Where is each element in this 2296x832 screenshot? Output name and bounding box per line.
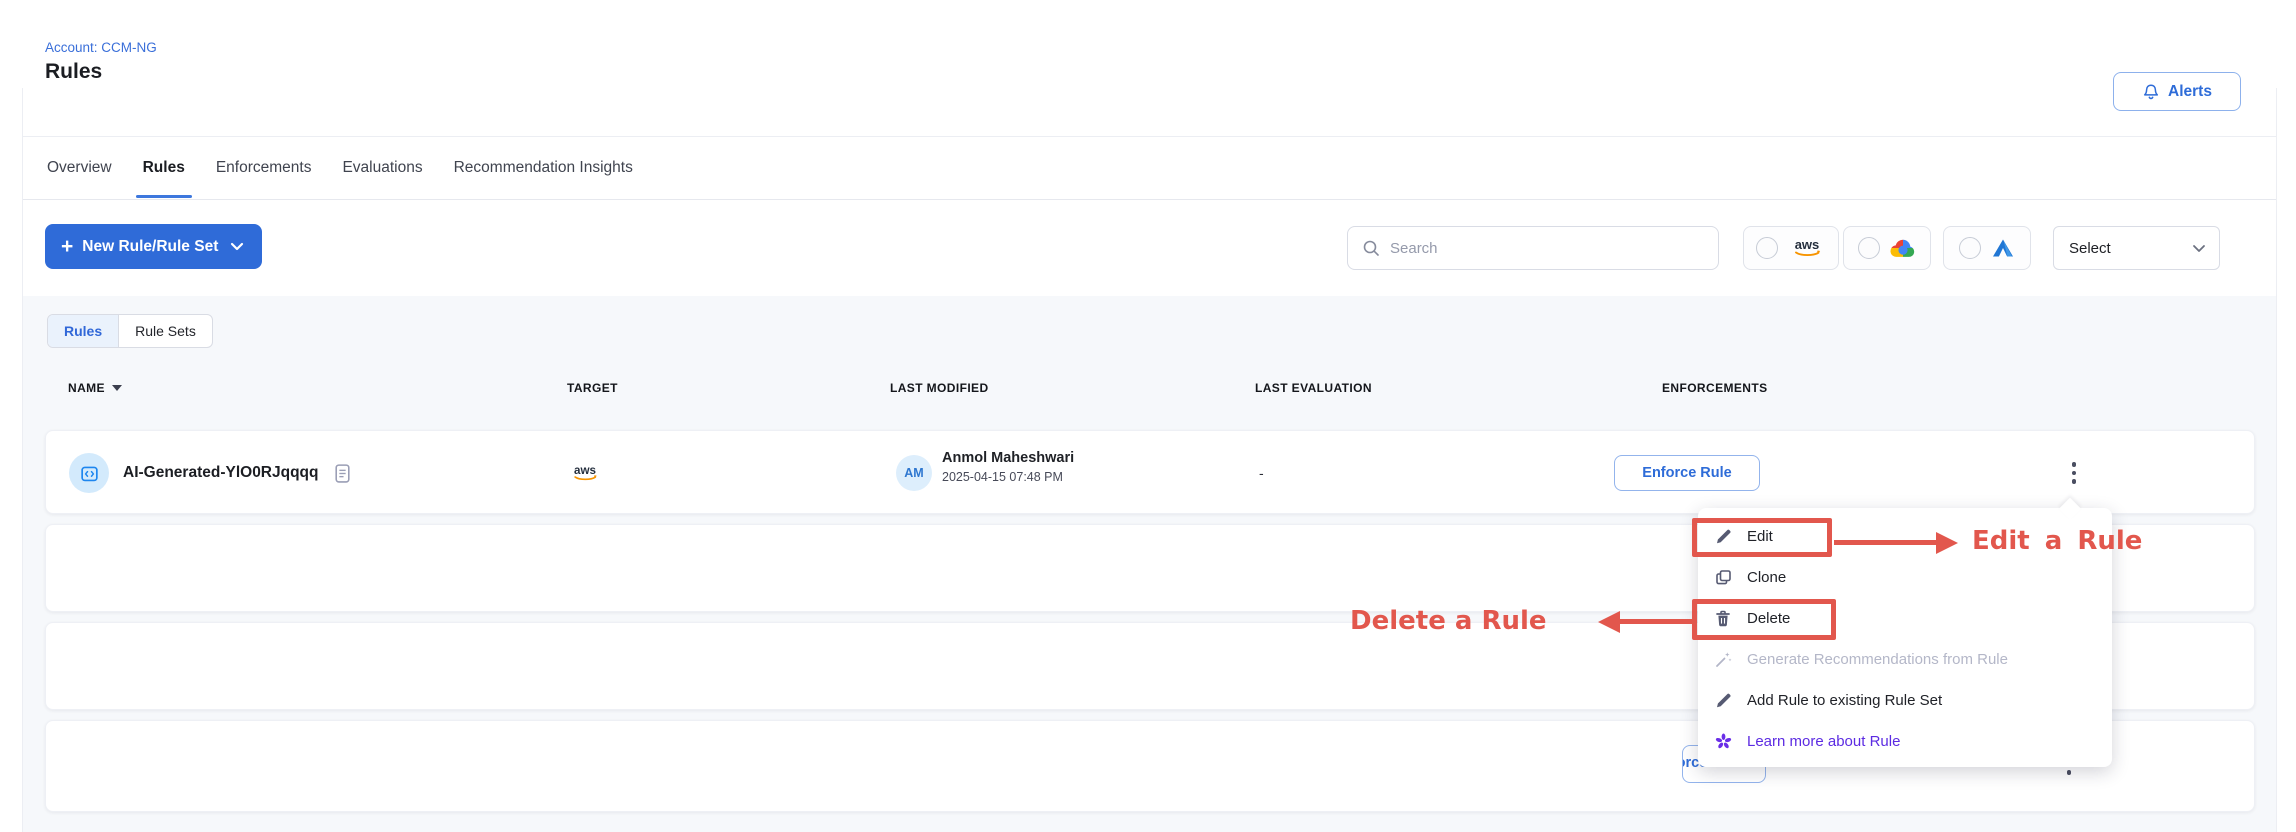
provider-toggle-gcp[interactable] xyxy=(1843,226,1931,270)
bell-icon xyxy=(2142,83,2160,101)
column-header-label: TARGET xyxy=(567,381,618,395)
chevron-down-icon xyxy=(2192,244,2206,253)
column-header-target: TARGET xyxy=(567,381,618,395)
menu-item-label: Learn more about Rule xyxy=(1747,733,1900,750)
aws-logo-icon: aws xyxy=(1788,236,1826,260)
kebab-dot xyxy=(2072,471,2077,476)
column-header-enforcements: ENFORCEMENTS xyxy=(1662,381,1767,395)
view-toggle: Rules Rule Sets xyxy=(47,314,213,348)
delete-arrow-line xyxy=(1618,619,1692,624)
delete-arrow-head-icon xyxy=(1598,611,1620,633)
column-header-label: ENFORCEMENTS xyxy=(1662,381,1767,395)
tabbar-divider xyxy=(23,199,2276,200)
kebab-dot xyxy=(2072,479,2077,484)
menu-item-add-to-rule-set[interactable]: Add Rule to existing Rule Set xyxy=(1698,680,2112,721)
alerts-button[interactable]: Alerts xyxy=(2113,72,2241,111)
table-row[interactable]: AI-Generated-YlO0RJqqqq aws AM Anmol Mah… xyxy=(45,430,2255,514)
filter-select[interactable]: Select xyxy=(2053,226,2220,270)
menu-item-label: Generate Recommendations from Rule xyxy=(1747,651,2008,668)
view-toggle-rules[interactable]: Rules xyxy=(48,315,119,347)
rule-avatar xyxy=(69,453,109,493)
column-header-last-evaluation: LAST EVALUATION xyxy=(1255,381,1372,395)
edit-arrow-line xyxy=(1834,540,1938,545)
azure-logo-icon xyxy=(1991,238,2015,258)
modifier-name: Anmol Maheshwari xyxy=(942,450,1074,466)
rule-name-cell: AI-Generated-YlO0RJqqqq xyxy=(123,431,351,515)
sort-desc-icon xyxy=(112,385,122,391)
last-modified-cell: Anmol Maheshwari 2025-04-15 07:48 PM xyxy=(942,450,1074,484)
panel-right-border xyxy=(2276,88,2277,832)
modified-timestamp: 2025-04-15 07:48 PM xyxy=(942,470,1074,484)
tabbar: Overview Rules Enforcements Evaluations … xyxy=(47,137,633,199)
rule-notes-icon[interactable] xyxy=(334,463,351,484)
magic-wand-icon xyxy=(1713,650,1733,669)
tab-label: Recommendation Insights xyxy=(454,159,633,177)
plus-icon: + xyxy=(61,236,73,257)
edit-arrow-head-icon xyxy=(1936,532,1958,554)
provider-toggle-azure[interactable] xyxy=(1943,226,2031,270)
tab-label: Enforcements xyxy=(216,159,312,177)
column-header-last-modified: LAST MODIFIED xyxy=(890,381,989,395)
alerts-button-label: Alerts xyxy=(2168,83,2212,101)
delete-highlight-box xyxy=(1692,599,1836,640)
menu-item-label: Clone xyxy=(1747,569,1786,586)
active-tab-underline xyxy=(136,195,192,198)
tab-label: Evaluations xyxy=(342,159,422,177)
modifier-avatar: AM xyxy=(896,455,932,491)
tab-recommendation-insights[interactable]: Recommendation Insights xyxy=(454,137,633,199)
tab-overview[interactable]: Overview xyxy=(47,137,112,199)
view-toggle-rule-sets[interactable]: Rule Sets xyxy=(119,315,212,347)
search-box xyxy=(1347,226,1719,270)
pinwheel-icon xyxy=(1713,732,1733,751)
page-title: Rules xyxy=(45,60,102,84)
tab-rules[interactable]: Rules xyxy=(143,137,185,199)
chevron-down-icon xyxy=(230,242,244,251)
menu-item-generate-recommendations: Generate Recommendations from Rule xyxy=(1698,639,2112,680)
menu-item-clone[interactable]: Clone xyxy=(1698,557,2112,598)
column-header-label: NAME xyxy=(68,381,105,395)
tab-evaluations[interactable]: Evaluations xyxy=(342,137,422,199)
last-evaluation-cell: - xyxy=(1259,431,1264,515)
aws-logo-icon: aws xyxy=(568,462,602,484)
svg-text:aws: aws xyxy=(1795,237,1820,252)
search-input[interactable] xyxy=(1390,240,1704,257)
rule-name[interactable]: AI-Generated-YlO0RJqqqq xyxy=(123,464,319,482)
gcp-logo-icon xyxy=(1890,238,1916,258)
delete-callout-label: Delete a Rule xyxy=(1350,606,1547,636)
menu-item-label: Add Rule to existing Rule Set xyxy=(1747,692,1942,709)
svg-text:aws: aws xyxy=(574,464,596,477)
menu-item-learn-more[interactable]: Learn more about Rule xyxy=(1698,721,2112,762)
provider-toggle-aws[interactable]: aws xyxy=(1743,226,1839,270)
column-header-name[interactable]: NAME xyxy=(68,381,122,395)
pencil-icon xyxy=(1713,691,1733,710)
breadcrumb-account-link[interactable]: Account: CCM-NG xyxy=(45,40,157,55)
edit-highlight-box xyxy=(1692,518,1832,557)
tab-label: Overview xyxy=(47,159,112,177)
rule-target-cell: aws xyxy=(568,431,602,515)
radio-icon[interactable] xyxy=(1858,237,1880,259)
column-header-label: LAST EVALUATION xyxy=(1255,381,1372,395)
new-rule-button[interactable]: + New Rule/Rule Set xyxy=(45,224,262,269)
radio-icon[interactable] xyxy=(1756,237,1778,259)
edit-callout-label: Edit a Rule xyxy=(1972,526,2142,556)
kebab-dot xyxy=(2067,770,2072,775)
new-rule-button-label: New Rule/Rule Set xyxy=(82,238,218,256)
enforce-rule-button[interactable]: Enforce Rule xyxy=(1614,455,1760,491)
kebab-dot xyxy=(2072,462,2077,467)
column-header-label: LAST MODIFIED xyxy=(890,381,989,395)
clone-icon xyxy=(1713,568,1733,587)
search-icon xyxy=(1362,239,1380,257)
modifier-initials: AM xyxy=(904,466,923,480)
tab-enforcements[interactable]: Enforcements xyxy=(216,137,312,199)
radio-icon[interactable] xyxy=(1959,237,1981,259)
tab-label: Rules xyxy=(143,159,185,177)
filter-select-label: Select xyxy=(2069,240,2111,257)
rule-code-icon xyxy=(79,463,100,484)
